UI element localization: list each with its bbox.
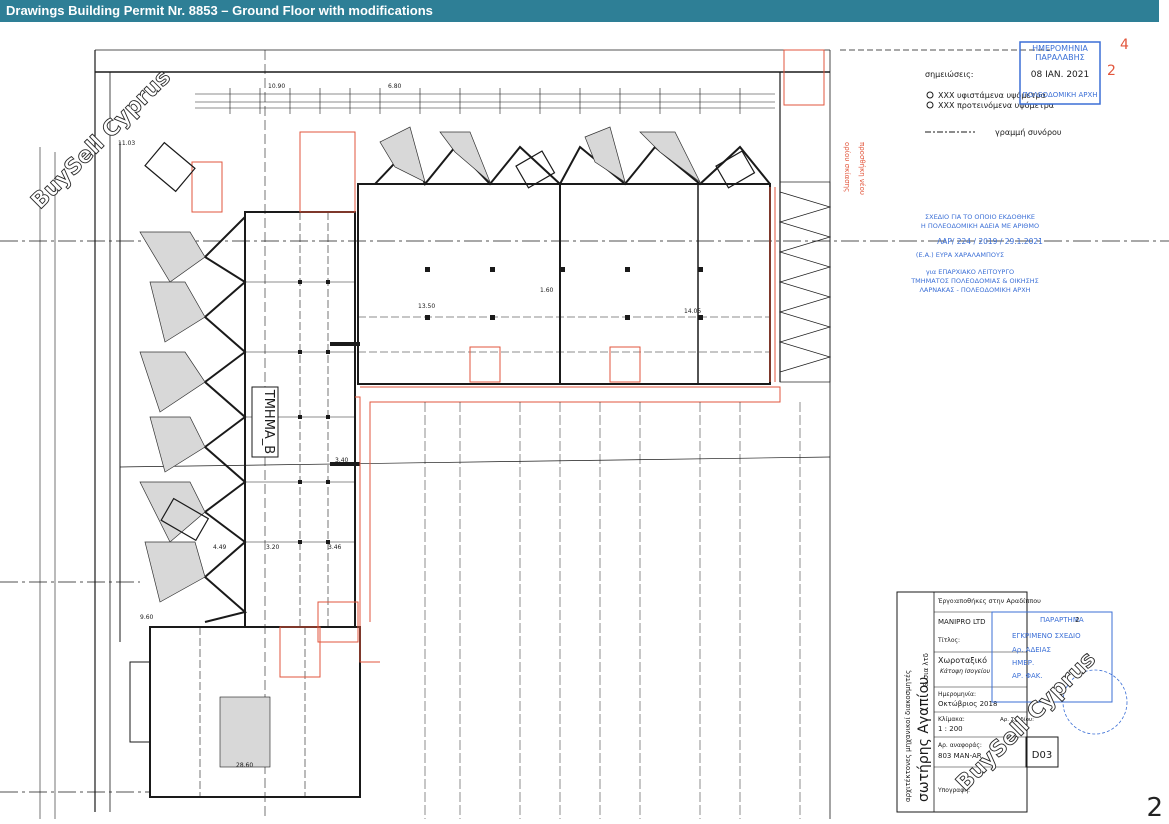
- architect-descriptor: αρχιτέκτονες μηχανικοί διακοσμητές: [904, 670, 912, 802]
- legend-item-boundary: γραμμή συνόρου: [995, 127, 1062, 137]
- handwritten-number-4: 4: [1120, 37, 1129, 53]
- dimension-label: 10.90: [268, 83, 285, 90]
- dimension-labels: 13.50 14.05 3.40 3.20 3.46 4.49 28.60 6.…: [118, 83, 701, 769]
- stamp-date-office: ΠΟΛΕΟΔΟΜΙΚΗ ΑΡΧΗ: [1022, 91, 1097, 99]
- top-loading-bays: [374, 145, 771, 186]
- stamp-date-line1: ΗΜΕΡΟΜΗΝΙΑ: [1032, 44, 1088, 53]
- wing-b-columns: [298, 280, 360, 544]
- dimension-strip: [195, 88, 775, 114]
- dimension-label: 13.50: [418, 303, 435, 310]
- permit-stamp-line: Αρ. ΑΔΕΙΑΣ: [1012, 646, 1051, 654]
- dimension-label: 6.80: [388, 83, 402, 90]
- svg-text:ορίου σκίασης: ορίου σκίασης: [843, 142, 851, 192]
- drawing-subtitle: Κάτοψη Ισογείου: [940, 668, 991, 675]
- bottom-wing-building: [129, 626, 361, 798]
- firm-name: σωτήρης Αγαπίου: [916, 677, 932, 802]
- permit-stamp-line: ΕΓΚΡΙΜΕΝΟ ΣΧΕΔΙΟ: [1012, 632, 1081, 640]
- title-bar: Drawings Building Permit Nr. 8853 – Grou…: [0, 0, 1159, 22]
- drawing-title: Χωροταξικό: [938, 655, 987, 665]
- dimension-label: 1.60: [540, 287, 554, 294]
- approval-line: ΣΧΕΔΙΟ ΓΙΑ ΤΟ ΟΠΟΙΟ ΕΚΔΟΘΗΚΕ: [925, 213, 1035, 221]
- project-name: αποθήκες στην Αραδίππου: [955, 597, 1041, 605]
- ramp-hatch: [778, 181, 832, 383]
- reference-label: Αρ. αναφοράς:: [938, 742, 982, 749]
- svg-text:προσθήκη νέου: προσθήκη νέου: [858, 142, 866, 195]
- car-symbols: [144, 141, 756, 542]
- legend-item-proposed: XXX προτεινόμενα υψόμετρα: [938, 100, 1054, 110]
- watermark-text: BuySell Cyprus: [27, 65, 176, 214]
- approval-line: (Ε.Α.) ΕΥΡΑ ΧΑΡΑΛΑΜΠΟΥΣ: [916, 251, 1004, 259]
- title-block: αρχιτέκτονες μηχανικοί διακοσμητές σωτήρ…: [896, 591, 1128, 813]
- scale-label: Κλίμακα:: [938, 716, 965, 723]
- approval-stamp: ΣΧΕΔΙΟ ΓΙΑ ΤΟ ΟΠΟΙΟ ΕΚΔΟΘΗΚΕ Η ΠΟΛΕΟΔΟΜΙ…: [910, 213, 1043, 294]
- title-label: Τίτλος:: [937, 637, 960, 644]
- approval-line: ΛΑΡΝΑΚΑΣ - ΠΟΛΕΟΔΟΜΙΚΗ ΑΡΧΗ: [919, 286, 1030, 294]
- dimension-label: 3.46: [328, 544, 342, 551]
- permit-stamp-line: ΑΡ. ΦΑΚ.: [1012, 672, 1043, 680]
- dimension-label: 3.20: [266, 544, 280, 551]
- approval-line: Η ΠΟΛΕΟΔΟΜΙΚΗ ΑΔΕΙΑ ΜΕ ΑΡΙΘΜΟ: [921, 222, 1039, 230]
- dimension-label: 14.05: [684, 308, 701, 315]
- top-bay-hatches: [379, 126, 701, 183]
- top-wing-columns: [425, 267, 703, 320]
- permit-stamp-line: ΗΜΕΡ.: [1012, 659, 1034, 667]
- left-bay-hatches: [139, 231, 206, 603]
- legend-title: σημειώσεις:: [925, 69, 973, 79]
- drawing-number: D03: [1032, 750, 1052, 761]
- date-stamp: ΗΜΕΡΟΜΗΝΙΑ ΠΑΡΑΛΑΒΗΣ 08 ΙΑΝ. 2021 ΠΟΛΕΟΔ…: [1019, 37, 1129, 105]
- dimension-label: 11.03: [118, 140, 135, 147]
- approval-line: για ΕΠΑΡΧΙΑΚΟ ΛΕΙΤΟΥΡΓΟ: [926, 268, 1014, 276]
- section-label: ΤΜΗΜΑ_B: [261, 389, 276, 454]
- dimension-label: 28.60: [236, 762, 253, 769]
- handwritten-number-2: 2: [1107, 63, 1116, 79]
- stamp-date-line2: ΠΑΡΑΛΑΒΗΣ: [1035, 53, 1084, 62]
- top-wing-building: [357, 183, 771, 385]
- date-label: Ημερομηνία:: [938, 691, 976, 698]
- drawing-scale: 1 : 200: [938, 725, 963, 733]
- red-vertical-note: προσθήκη νέου ορίου σκίασης: [843, 142, 866, 195]
- project-label: Έργο:: [937, 598, 956, 605]
- modification-outlines: [191, 49, 825, 678]
- drawing-date: Οκτώβριος 2018: [938, 700, 997, 708]
- client-name: MANIPRO LTD: [938, 618, 986, 626]
- dimension-label: 9.60: [140, 614, 154, 621]
- page-title: Drawings Building Permit Nr. 8853 – Grou…: [6, 3, 433, 18]
- floor-plan-drawing: προσθήκη νέου ορίου σκίασης 13.50 14.05 …: [0, 22, 1169, 823]
- stamp-date-value: 08 ΙΑΝ. 2021: [1031, 70, 1089, 80]
- revision-number: 2: [1075, 616, 1079, 624]
- approval-line: ΛΑΡ/ 224 / 2019 / 29.1.2021: [937, 237, 1043, 246]
- floor-plan-svg: προσθήκη νέου ορίου σκίασης 13.50 14.05 …: [0, 37, 1169, 819]
- firm-suffix: & σια λτδ: [922, 653, 930, 687]
- dimension-label: 3.40: [335, 457, 349, 464]
- parking-grid: [424, 402, 801, 819]
- left-loading-bays: [203, 216, 248, 623]
- dimension-label: 4.49: [213, 544, 227, 551]
- section-label-group: ΤΜΗΜΑ_B: [251, 386, 279, 458]
- approval-line: ΤΜΗΜΑΤΟΣ ΠΟΛΕΟΔΟΜΙΑΣ & ΟΙΚΗΣΗΣ: [910, 277, 1039, 285]
